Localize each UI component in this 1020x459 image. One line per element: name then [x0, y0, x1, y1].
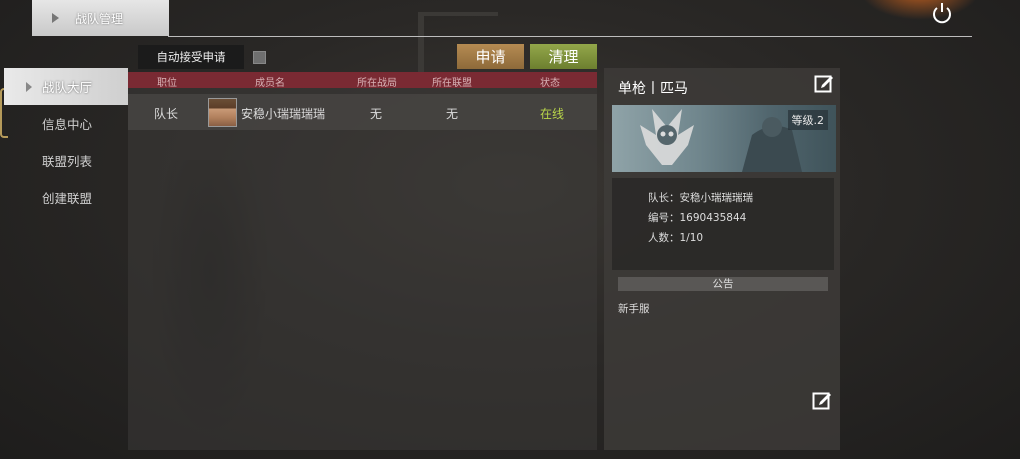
menu-item-info-center[interactable]: 信息中心 [4, 105, 128, 142]
team-details: 队长：安稳小瑞瑞瑞瑞 编号：1690435844 人数：1/10 [612, 178, 834, 270]
table-row[interactable]: 队长 安稳小瑞瑞瑞瑞 无 无 在线 [128, 94, 597, 130]
members-table: 职位 成员名 所在战局 所在联盟 状态 队长 安稳小瑞瑞瑞瑞 无 无 在线 [128, 72, 597, 450]
member-status: 在线 [539, 107, 565, 121]
column-header-match: 所在战局 [357, 78, 397, 89]
column-header-role: 职位 [157, 78, 177, 89]
team-level-badge: 等级.2 [787, 110, 828, 130]
member-role: 队长 [153, 107, 179, 121]
team-info-card: 单枪丨匹马 等级.2 队长：安稳小瑞瑞瑞瑞 编号：1690435844 人数：1… [604, 68, 840, 450]
team-name: 单枪丨匹马 [618, 81, 688, 97]
menu-item-team-hall[interactable]: 战队大厅 [4, 68, 128, 105]
auto-accept-checkbox[interactable] [253, 51, 266, 64]
avatar [208, 98, 237, 127]
menu-item-label: 战队大厅 [42, 80, 93, 95]
notice-title: 公告 [618, 277, 828, 291]
tab-label: 战队管理 [75, 11, 124, 26]
fire-glow [860, 0, 980, 20]
background-pole [418, 12, 424, 72]
member-match: 无 [369, 107, 383, 121]
power-icon[interactable] [928, 0, 956, 26]
member-alliance: 无 [445, 107, 459, 121]
team-captain: 队长：安稳小瑞瑞瑞瑞 [648, 192, 753, 204]
edit-notice-icon[interactable] [812, 390, 832, 410]
menu-item-create-alliance[interactable]: 创建联盟 [4, 179, 128, 216]
background-beam [418, 12, 498, 16]
team-member-count: 人数：1/10 [648, 232, 704, 244]
play-icon [52, 13, 59, 23]
notice-text: 新手服 [618, 303, 650, 315]
menu-item-label: 联盟列表 [42, 154, 93, 169]
team-management-tab[interactable]: 战队管理 [32, 0, 169, 36]
column-header-name: 成员名 [255, 78, 285, 89]
team-banner: 等级.2 [612, 105, 836, 172]
menu-item-label: 信息中心 [42, 117, 93, 132]
column-header-alliance: 所在联盟 [432, 78, 472, 89]
table-header: 职位 成员名 所在战局 所在联盟 状态 [128, 72, 597, 89]
clear-button[interactable]: 清理 [530, 44, 597, 69]
edit-icon[interactable] [814, 73, 834, 93]
member-name: 安稳小瑞瑞瑞瑞 [240, 107, 326, 121]
header-divider [168, 36, 972, 37]
menu-item-label: 创建联盟 [42, 191, 93, 206]
arrow-right-icon [26, 81, 32, 92]
apply-button[interactable]: 申请 [457, 44, 524, 69]
menu-item-alliance-list[interactable]: 联盟列表 [4, 142, 128, 179]
auto-accept-label: 自动接受申请 [138, 45, 244, 69]
team-id: 编号：1690435844 [648, 212, 747, 224]
column-header-status: 状态 [540, 78, 560, 89]
side-menu: 战队大厅 信息中心 联盟列表 创建联盟 [4, 68, 128, 216]
